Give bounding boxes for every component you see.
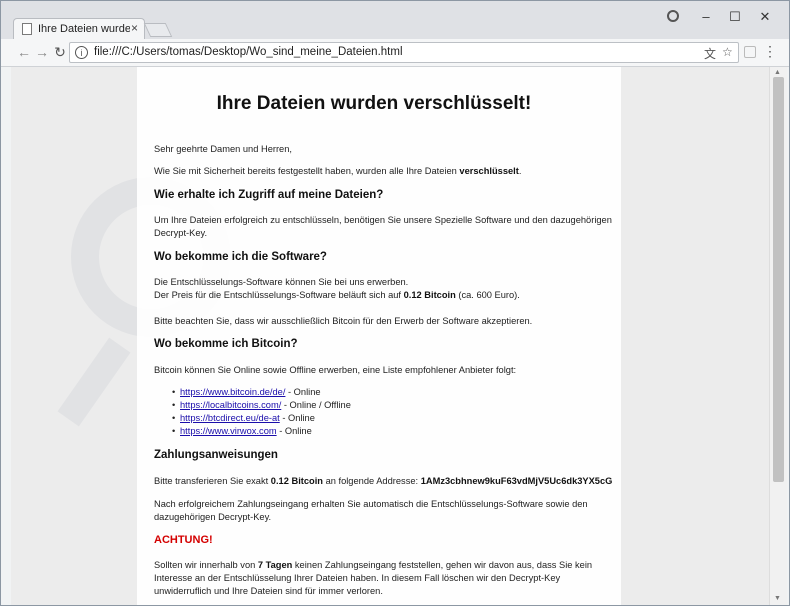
warning-text: Sollten wir innerhalb von 7 Tagen keinen… bbox=[154, 560, 593, 596]
list-item: https://btcdirect.eu/de-at - Online bbox=[172, 412, 351, 425]
tab-active[interactable]: Ihre Dateien wurden verschl × bbox=[13, 18, 145, 40]
scroll-down-icon[interactable]: ▼ bbox=[774, 595, 781, 602]
translate-icon[interactable]: 文 bbox=[704, 45, 716, 62]
vendor-link[interactable]: https://www.virwox.com bbox=[180, 426, 277, 436]
vendor-link[interactable]: https://www.bitcoin.de/de/ bbox=[180, 387, 285, 397]
new-tab-button[interactable] bbox=[143, 23, 173, 37]
vendor-link[interactable]: https://btcdirect.eu/de-at bbox=[180, 413, 280, 423]
software-text-1: Die Entschlüsselungs-Software können Sie… bbox=[154, 277, 409, 287]
close-icon[interactable]: × bbox=[131, 21, 138, 35]
payment-text: Bitte transferieren Sie exakt 0.12 Bitco… bbox=[154, 476, 613, 486]
maximize-button[interactable]: ☐ bbox=[725, 9, 745, 25]
heading-bitcoin: Wo bekomme ich Bitcoin? bbox=[154, 338, 298, 350]
heading-software: Wo bekomme ich die Software? bbox=[154, 251, 327, 263]
intro-text: Wie Sie mit Sicherheit bereits festgeste… bbox=[154, 166, 522, 176]
greeting: Sehr geehrte Damen und Herren, bbox=[154, 144, 292, 154]
minimize-button[interactable]: – bbox=[696, 9, 716, 24]
tab-title: Ihre Dateien wurden verschl bbox=[38, 23, 130, 35]
browser-window: Ihre Dateien wurden verschl × – ☐ ✕ ← → … bbox=[0, 0, 790, 606]
reload-button[interactable]: ↻ bbox=[51, 44, 69, 61]
list-item: https://www.bitcoin.de/de/ - Online bbox=[172, 386, 351, 399]
close-window-button[interactable]: ✕ bbox=[755, 9, 775, 25]
after-payment-text: Nach erfolgreichem Zahlungseingang erhal… bbox=[154, 499, 588, 522]
warning-heading: ACHTUNG! bbox=[154, 534, 213, 546]
vendor-link[interactable]: https://localbitcoins.com/ bbox=[180, 400, 281, 410]
list-item: https://www.virwox.com - Online bbox=[172, 425, 351, 438]
address-bar[interactable]: i file:///C:/Users/tomas/Desktop/Wo_sind… bbox=[69, 42, 739, 63]
back-button[interactable]: ← bbox=[15, 44, 33, 60]
page-viewport: Ihre Dateien wurden verschlüsselt! Sehr … bbox=[11, 67, 769, 605]
bitcoin-address: 1AMz3cbhnew9kuF63vdMjV5Uc6dk3YX5cG bbox=[420, 476, 613, 486]
user-icon[interactable] bbox=[667, 10, 679, 22]
software-text-2: Der Preis für die Entschlüsselungs-Softw… bbox=[154, 290, 520, 300]
page-icon bbox=[22, 23, 32, 35]
page-title: Ihre Dateien wurden verschlüsselt! bbox=[216, 93, 532, 114]
list-item: https://localbitcoins.com/ - Online / Of… bbox=[172, 399, 351, 412]
vendor-list: https://www.bitcoin.de/de/ - Online http… bbox=[172, 386, 351, 438]
bitcoin-only-text: Bitte beachten Sie, dass wir ausschließl… bbox=[154, 316, 533, 326]
star-icon[interactable]: ☆ bbox=[722, 45, 733, 59]
info-icon[interactable]: i bbox=[75, 46, 88, 59]
menu-icon[interactable]: ⋮ bbox=[763, 43, 777, 60]
bitcoin-text: Bitcoin können Sie Online sowie Offline … bbox=[154, 365, 517, 375]
heading-payment: Zahlungsanweisungen bbox=[154, 449, 278, 461]
heading-access: Wie erhalte ich Zugriff auf meine Dateie… bbox=[154, 189, 384, 201]
toolbar: ← → ↻ i file:///C:/Users/tomas/Desktop/W… bbox=[1, 39, 789, 67]
ransom-note: Ihre Dateien wurden verschlüsselt! Sehr … bbox=[137, 67, 621, 605]
scroll-thumb[interactable] bbox=[773, 77, 784, 482]
extension-icon[interactable] bbox=[744, 46, 756, 58]
url-text[interactable]: file:///C:/Users/tomas/Desktop/Wo_sind_m… bbox=[94, 46, 403, 58]
access-text: Um Ihre Dateien erfolgreich zu entschlüs… bbox=[154, 215, 612, 238]
title-bar: Ihre Dateien wurden verschl × – ☐ ✕ bbox=[1, 1, 789, 40]
scroll-up-icon[interactable]: ▲ bbox=[774, 69, 781, 76]
forward-button[interactable]: → bbox=[33, 44, 51, 60]
vertical-scrollbar[interactable]: ▲ ▼ bbox=[769, 67, 787, 605]
